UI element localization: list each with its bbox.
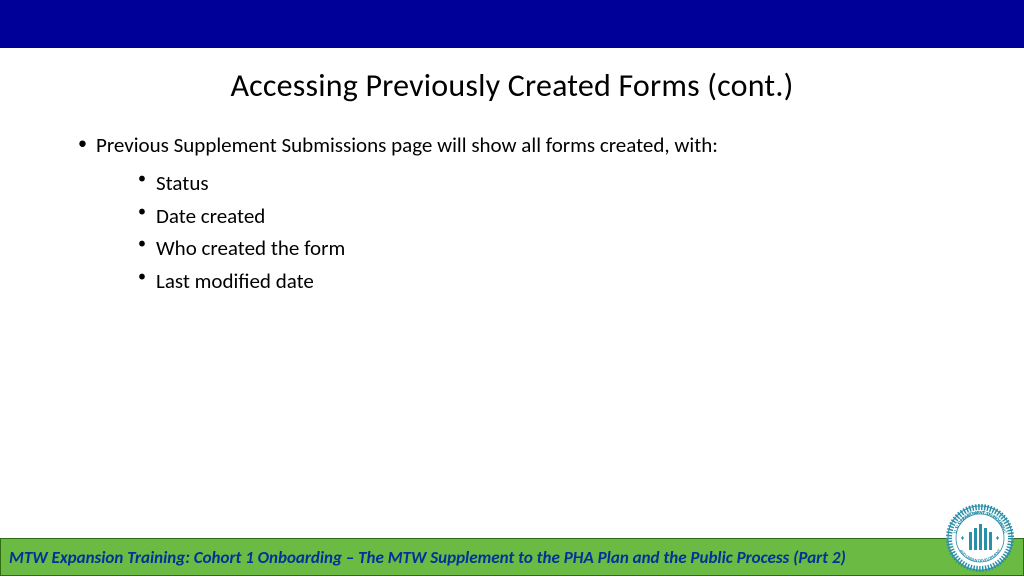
list-item: Last modified date [138, 265, 964, 298]
main-bullet-text: Previous Supplement Submissions page wil… [96, 132, 718, 158]
page-title: Accessing Previously Created Forms (cont… [0, 66, 1024, 105]
sub-bullet-text: Status [156, 170, 209, 196]
sub-bullet-text: Last modified date [156, 268, 314, 294]
footer-bar: MTW Expansion Training: Cohort 1 Onboard… [0, 538, 1024, 576]
footer-text: MTW Expansion Training: Cohort 1 Onboard… [9, 547, 846, 568]
list-item: Who created the form [138, 232, 964, 265]
hud-seal-icon: U.S. DEPARTMENT OF HOUSING U.S. DEPARTME… [946, 504, 1014, 572]
list-item: Status [138, 167, 964, 200]
sub-bullet-list: Status Date created Who created the form… [138, 167, 964, 297]
sub-bullet-text: Who created the form [156, 235, 345, 261]
top-bar [0, 0, 1024, 48]
sub-bullet-text: Date created [156, 203, 265, 229]
list-item: Previous Supplement Submissions page wil… [78, 131, 964, 298]
main-bullet-list: Previous Supplement Submissions page wil… [78, 131, 964, 298]
list-item: Date created [138, 200, 964, 233]
content-area: Previous Supplement Submissions page wil… [0, 105, 1024, 298]
